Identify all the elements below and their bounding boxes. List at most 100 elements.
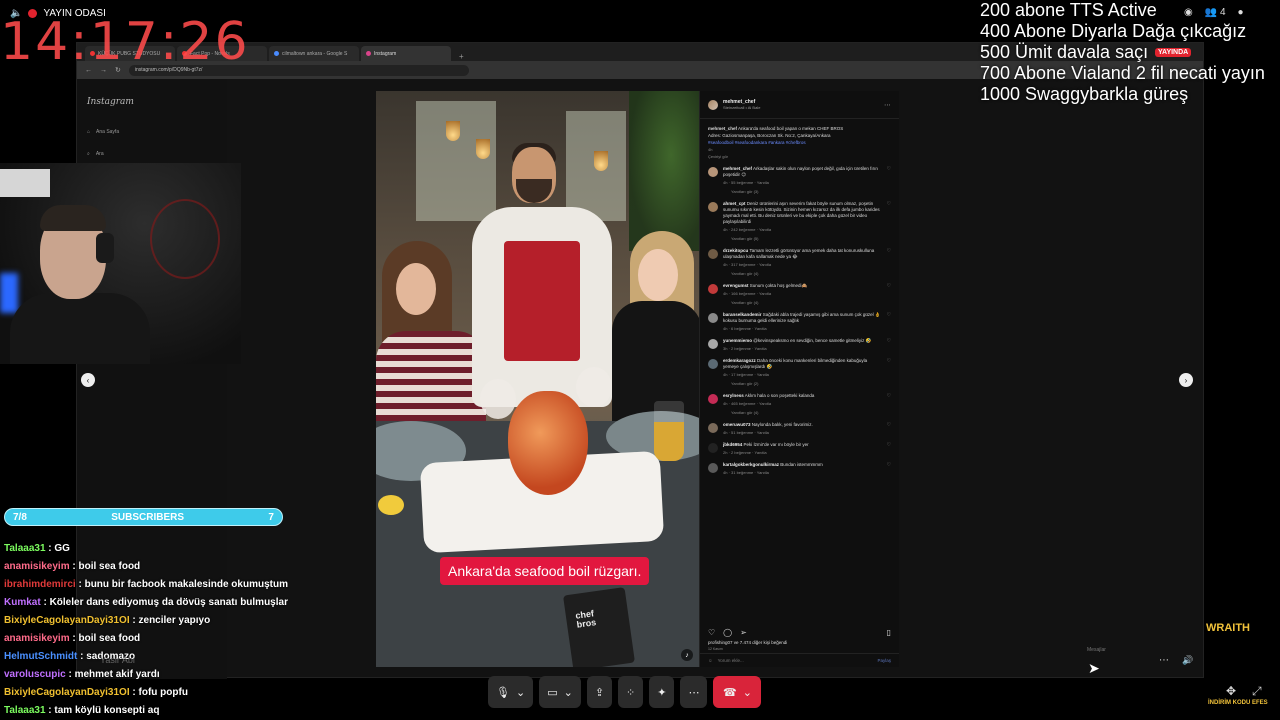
nav-home[interactable]: ⌂ Ana Sayfa (87, 129, 119, 135)
pin-icon[interactable]: ✥ (1226, 684, 1236, 698)
comment-user[interactable]: erdemkaragozz (723, 358, 756, 363)
like-comment-icon[interactable]: ♡ (887, 248, 891, 277)
comment-user[interactable]: mehmet_chef (723, 166, 752, 171)
comment: ahmet_cpt Deniz ürünlerini aşırı severim… (708, 201, 891, 242)
like-comment-icon[interactable]: ♡ (887, 338, 891, 352)
comment-meta[interactable]: 2h · 2 beğenme · Yanıtla (723, 450, 882, 456)
comment-user[interactable]: baranselkandemir (723, 312, 762, 317)
comment-user[interactable]: esrylness (723, 393, 744, 398)
like-comment-icon[interactable]: ♡ (887, 283, 891, 306)
like-comment-icon[interactable]: ♡ (887, 201, 891, 242)
avatar[interactable] (708, 167, 718, 177)
view-replies-link[interactable]: Yanıtları gör (5) (731, 236, 882, 242)
avatar[interactable] (708, 394, 718, 404)
chat-username[interactable]: Kumkat (4, 597, 41, 608)
comment-user[interactable]: drzekitopcu (723, 248, 748, 253)
like-comment-icon[interactable]: ♡ (887, 393, 891, 416)
comment-meta[interactable]: 4h · 51 beğenme · Yanıtla (723, 430, 882, 436)
view-replies-link[interactable]: Yanıtları gör (4) (731, 271, 882, 277)
avatar[interactable] (708, 284, 718, 294)
end-call-button[interactable]: ☎ ⌄ (713, 676, 762, 708)
comment-meta[interactable]: 4h · 166 beğenme · Yanıtla (723, 291, 882, 297)
activity-icon[interactable]: ◉ (1184, 7, 1193, 18)
more-button[interactable]: ⋯ (680, 676, 708, 708)
chat-username[interactable]: ibrahimdemirci (4, 579, 76, 590)
avatar[interactable] (708, 359, 718, 369)
screen-share-more-icon[interactable]: ⋯ (1159, 655, 1169, 666)
chat-username[interactable]: BixiyleCagolayanDayi31OI (4, 687, 130, 698)
messages-button[interactable]: Mesajlar (1087, 647, 1106, 653)
caption-hashtags[interactable]: #seafoodboil #seafoodankara #ankara #che… (708, 139, 891, 146)
comment-meta[interactable]: 4h · 317 beğenme · Yanıtla (723, 262, 882, 268)
comment-body: ahmet_cpt Deniz ürünlerini aşırı severim… (723, 201, 882, 242)
comment-user[interactable]: ahmet_cpt (723, 201, 746, 206)
comment-meta[interactable]: 3h · 2 beğenme · Yanıtla (723, 346, 882, 352)
post-video[interactable]: chef bros Ankara'da seafood boil rüzgarı… (376, 91, 699, 667)
share-icon[interactable]: ➢ (740, 628, 747, 637)
avatar[interactable] (708, 249, 718, 259)
comment-user[interactable]: jbkd6954 (723, 442, 742, 447)
like-comment-icon[interactable]: ♡ (887, 462, 891, 476)
like-comment-icon[interactable]: ♡ (887, 166, 891, 195)
comment-user[interactable]: omeruwu073 (723, 422, 751, 427)
comment-icon[interactable]: ◯ (723, 628, 732, 637)
avatar[interactable] (708, 443, 718, 453)
chat-username[interactable]: varoluscupic (4, 669, 66, 680)
post-comment-button[interactable]: Paylaş (877, 658, 891, 663)
comment-meta[interactable]: 4h · 31 beğenme · Yanıtla (723, 470, 882, 476)
nav-search[interactable]: ⌕ Ara (87, 151, 104, 157)
view-replies-link[interactable]: Yanıtları gör (4) (731, 410, 882, 416)
comment-input[interactable]: ☺ Yorum ekle... Paylaş (700, 653, 899, 667)
view-replies-link[interactable]: Yanıtları gör (2) (731, 381, 882, 387)
avatar[interactable] (708, 339, 718, 349)
participants[interactable]: 👥 4 (1205, 7, 1226, 18)
comment-meta[interactable]: 4h · 55 beğenme · Yanıtla (723, 180, 882, 186)
avatar[interactable] (708, 202, 718, 212)
bookmark-icon[interactable]: ▯ (887, 628, 891, 637)
like-comment-icon[interactable]: ♡ (887, 358, 891, 387)
view-replies-link[interactable]: Yanıtları gör (4) (731, 300, 882, 306)
like-comment-icon[interactable]: ♡ (887, 442, 891, 456)
caption-author[interactable]: mehmet_chef (708, 126, 737, 131)
fullscreen-icon[interactable]: ⤢ (1252, 684, 1262, 699)
microphone-button[interactable]: 🎙 ⌄ (488, 676, 534, 708)
share-screen-button[interactable]: ⇪ (586, 676, 613, 708)
chat-username[interactable]: anamisikeyim (4, 633, 70, 644)
mute-icon[interactable]: ♪ (681, 649, 693, 661)
new-tab-icon[interactable]: + (453, 52, 470, 61)
comment-meta[interactable]: 4h · 465 beğenme · Yanıtla (723, 401, 882, 407)
chat-username[interactable]: anamisikeyim (4, 561, 70, 572)
more-options-icon[interactable]: ⋯ (884, 101, 891, 109)
like-comment-icon[interactable]: ♡ (887, 422, 891, 436)
view-replies-link[interactable]: Yanıtları gör (3) (731, 189, 882, 195)
comment-user[interactable]: evrengumst (723, 283, 749, 288)
comment-user[interactable]: kartalgokberkgonulkirmaz (723, 462, 779, 467)
avatar[interactable] (708, 463, 718, 473)
previous-post-button[interactable]: ‹ (81, 373, 95, 387)
avatar[interactable] (708, 423, 718, 433)
likes-count[interactable]: profishing07 ve 7.474 diğer kişi beğendi (708, 640, 787, 645)
streamer-hair (40, 205, 106, 231)
emoji-icon[interactable]: ☺ (708, 658, 713, 663)
effects-button[interactable]: ✦ (649, 676, 675, 708)
camera-button[interactable]: ▭ ⌄ (539, 676, 581, 708)
chat-username[interactable]: Talaaa31 (4, 543, 46, 554)
avatar[interactable] (708, 313, 718, 323)
like-comment-icon[interactable]: ♡ (887, 312, 891, 332)
volume-icon[interactable]: 🔊 (1182, 655, 1193, 666)
chat-bubble-icon[interactable]: ● (1238, 7, 1244, 18)
comment-meta[interactable]: 4h · 6 beğenme · Yanıtla (723, 326, 882, 332)
browser-tab-active[interactable]: Instagram (361, 46, 451, 61)
chat-username[interactable]: BixiyleCagolayanDayi31OI (4, 615, 130, 626)
chat-username[interactable]: Talaaa31 (4, 705, 46, 716)
like-icon[interactable]: ♡ (708, 628, 715, 637)
comment-user[interactable]: yunemmiemo (723, 338, 752, 343)
chat-username[interactable]: HelmutSchmidt (4, 651, 77, 662)
browser-tab[interactable]: cilmaltown ankara - Google S (269, 46, 359, 61)
avatar[interactable] (708, 99, 718, 110)
next-post-button[interactable]: › (1179, 373, 1193, 387)
comment-meta[interactable]: 4h · 17 beğenme · Yanıtla (723, 372, 882, 378)
comment-meta[interactable]: 4h · 242 beğenme · Yanıtla (723, 227, 882, 233)
apps-button[interactable]: ⁘ (618, 676, 644, 708)
see-translation-link[interactable]: Çeviriyi gör (708, 153, 891, 160)
